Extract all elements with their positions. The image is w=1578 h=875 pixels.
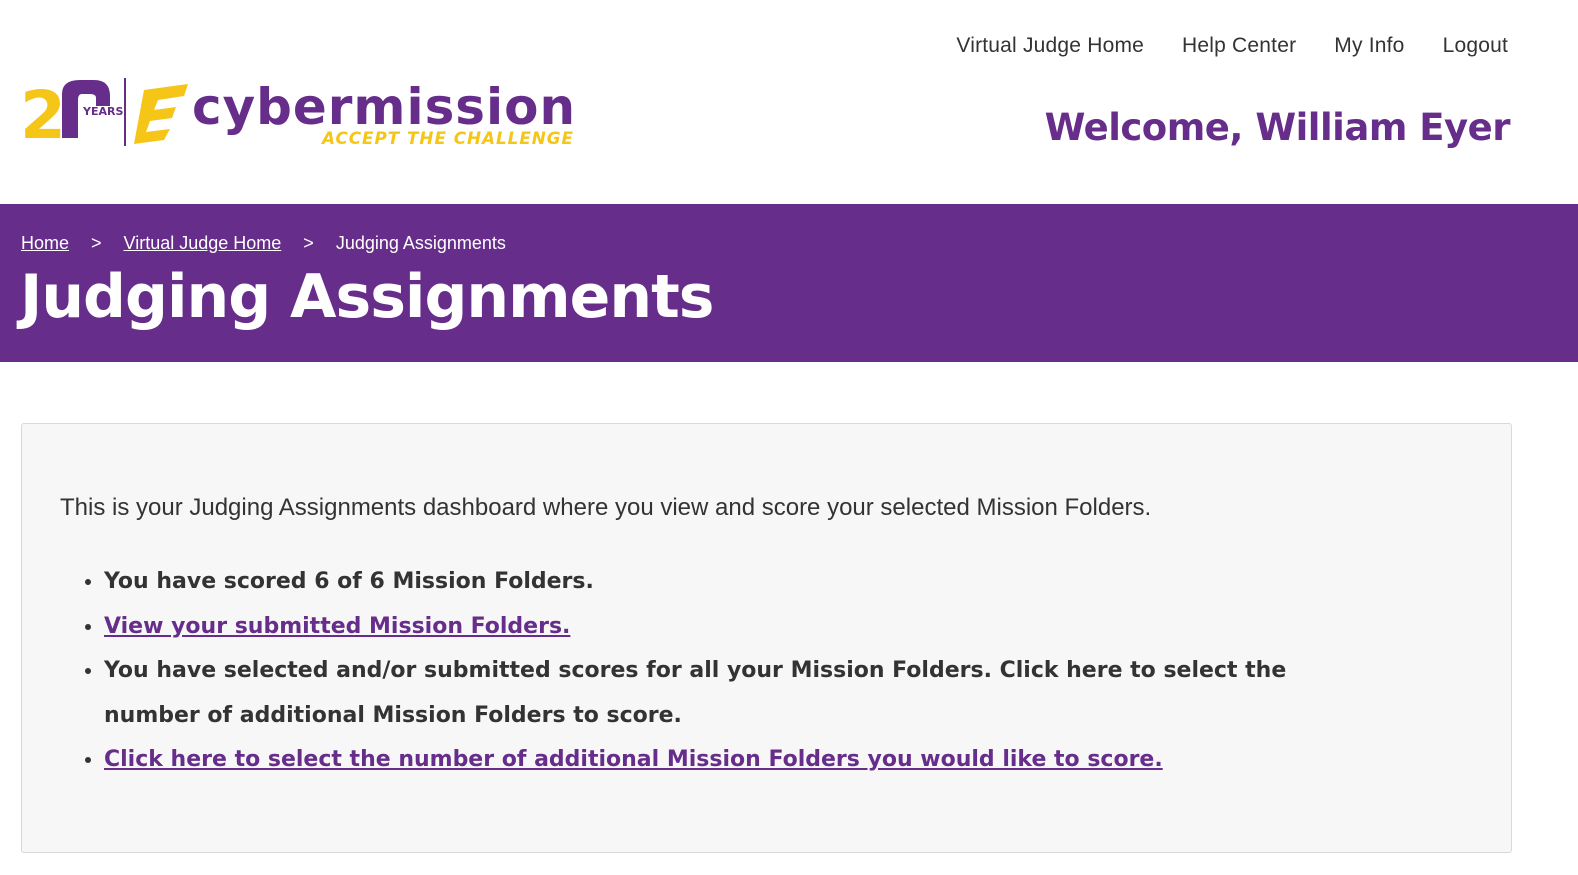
logo-divider: [124, 78, 126, 146]
intro-text: This is your Judging Assignments dashboa…: [60, 494, 1152, 521]
breadcrumb-virtual-judge-home[interactable]: Virtual Judge Home: [124, 233, 282, 254]
breadcrumb-separator: >: [91, 233, 102, 253]
breadcrumb: Home > Virtual Judge Home > Judging Assi…: [21, 233, 506, 254]
list-item: View your submitted Mission Folders.: [104, 605, 1360, 650]
nav-virtual-judge-home[interactable]: Virtual Judge Home: [956, 34, 1144, 58]
logo-e-mark: [134, 84, 188, 144]
logo-years-label: YEARS: [82, 105, 123, 118]
top-nav: Virtual Judge Home Help Center My Info L…: [918, 34, 1508, 58]
nav-my-info[interactable]: My Info: [1334, 34, 1404, 58]
site-header: 2 YEARS cybermission ACCEPT THE CHALLENG…: [0, 0, 1578, 204]
breadcrumb-separator: >: [303, 233, 314, 253]
list-item: You have scored 6 of 6 Mission Folders.: [104, 560, 1360, 605]
assignment-status-list: You have scored 6 of 6 Mission Folders. …: [60, 560, 1360, 783]
nav-logout[interactable]: Logout: [1443, 34, 1508, 58]
breadcrumb-home[interactable]: Home: [21, 233, 69, 254]
list-item: Click here to select the number of addit…: [104, 738, 1360, 783]
page-title: Judging Assignments: [20, 262, 714, 332]
logo-tagline: ACCEPT THE CHALLENGE: [320, 129, 574, 149]
select-additional-link[interactable]: Click here to select the number of addit…: [104, 747, 1163, 772]
logo-wordmark: cybermission: [192, 78, 576, 136]
list-item: You have selected and/or submitted score…: [104, 649, 1360, 738]
nav-help-center[interactable]: Help Center: [1182, 34, 1296, 58]
view-submitted-link[interactable]: View your submitted Mission Folders.: [104, 614, 570, 639]
welcome-message: Welcome, William Eyer: [1044, 106, 1511, 149]
logo-years-number: 2: [20, 77, 66, 150]
breadcrumb-current: Judging Assignments: [335, 233, 506, 253]
page-banner: Home > Virtual Judge Home > Judging Assi…: [0, 204, 1578, 362]
scored-count-text: You have scored 6 of 6 Mission Folders.: [104, 569, 594, 594]
assignments-panel: This is your Judging Assignments dashboa…: [21, 423, 1512, 853]
all-selected-text: You have selected and/or submitted score…: [104, 658, 1287, 728]
ecybermission-logo[interactable]: 2 YEARS cybermission ACCEPT THE CHALLENG…: [20, 76, 580, 150]
